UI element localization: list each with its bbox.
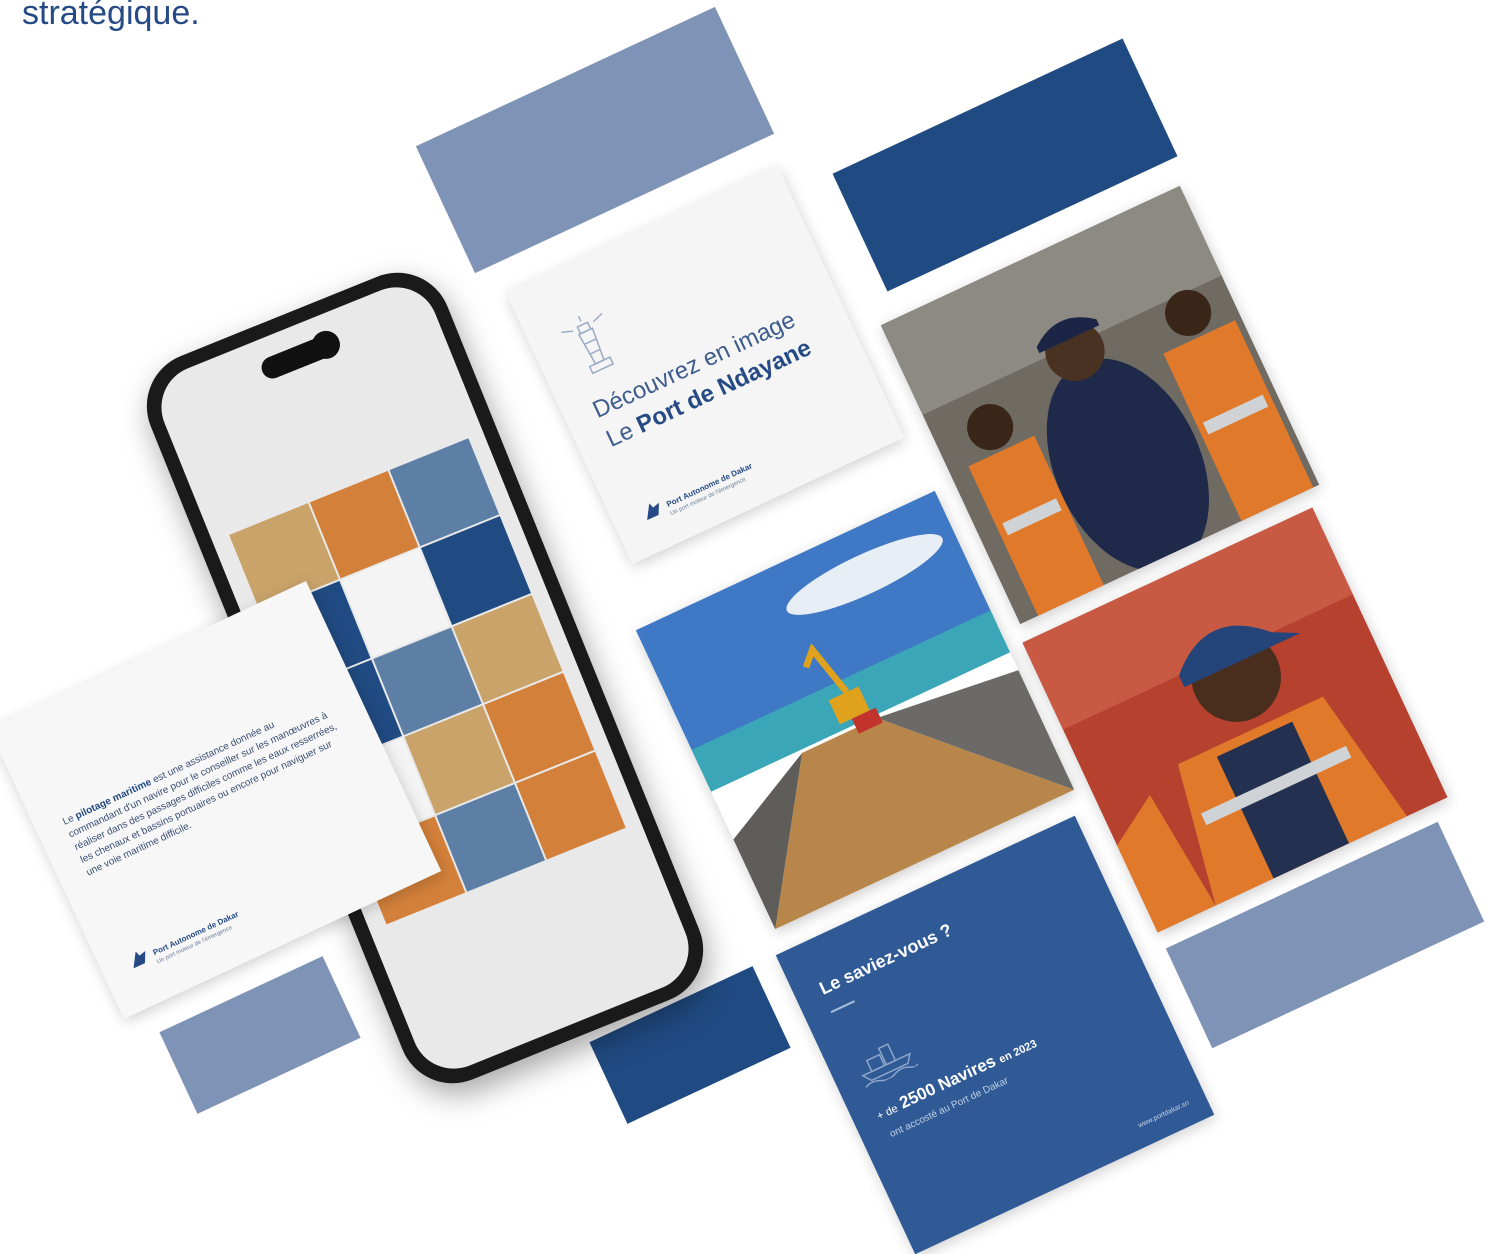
pad-logo-icon bbox=[647, 502, 659, 521]
ship-icon bbox=[861, 1043, 918, 1088]
pilotage-rest: est une assistance donnée au commandant … bbox=[66, 710, 339, 879]
saviez-divider bbox=[830, 1000, 855, 1014]
pilotage-lead: Le bbox=[61, 813, 76, 828]
lighthouse-icon bbox=[561, 312, 615, 375]
saviez-prefix: + de bbox=[875, 1102, 900, 1123]
saviez-title: Le saviez-vous ? bbox=[816, 919, 956, 999]
pilotage-logo: Port Autonome de Dakar Un port moteur de… bbox=[125, 904, 244, 977]
pilotage-text: Le pilotage maritime est une assistance … bbox=[61, 694, 353, 880]
lighthouse-logo: Port Autonome de Dakar Un port moteur de… bbox=[639, 456, 758, 529]
pad-logo-icon bbox=[133, 951, 146, 969]
collage-scene: Découvrez en image Le Port de Ndayane Po… bbox=[0, 0, 1490, 1254]
saviez-suffix: en 2023 bbox=[997, 1037, 1039, 1066]
saviez-website: www.portdakar.sn bbox=[1137, 1099, 1191, 1130]
